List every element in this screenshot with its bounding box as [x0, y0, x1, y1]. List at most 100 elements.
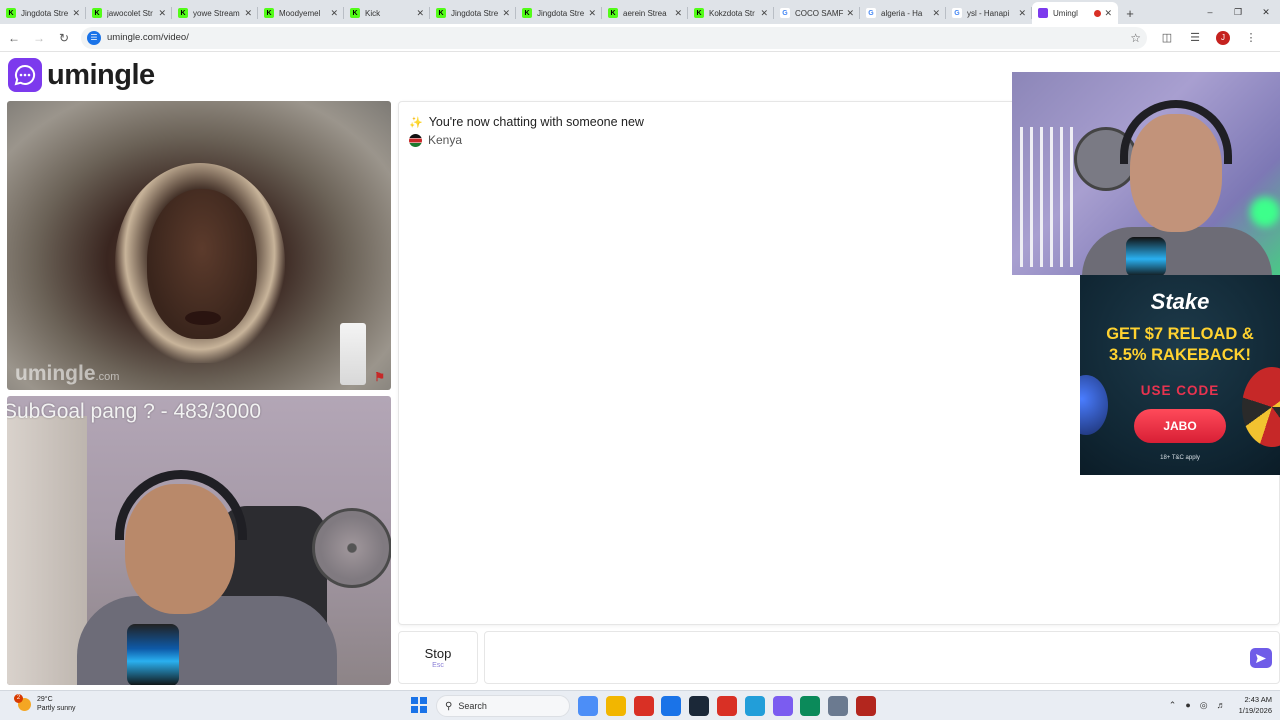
kick-icon: K [92, 8, 102, 18]
taskbar-app-icon[interactable] [772, 696, 793, 716]
close-tab-icon[interactable]: ✕ [330, 8, 338, 19]
start-button[interactable] [411, 697, 427, 713]
weather-sun-icon: 2 [14, 693, 31, 711]
tab-title: ysl - Hanapi [967, 8, 1010, 18]
clock[interactable]: 2:43 AM 1/19/2026 [1239, 694, 1272, 716]
microphone-icon[interactable]: ● [1185, 700, 1190, 710]
report-flag-icon[interactable]: ⚑ [374, 370, 385, 384]
google-icon: G [952, 8, 962, 18]
taskbar-app-icon[interactable] [744, 696, 765, 716]
kick-icon: K [350, 8, 360, 18]
ad-terms: 18+ T&C apply [1160, 455, 1200, 461]
send-icon [1256, 653, 1266, 663]
google-icon: G [866, 8, 876, 18]
media-controls-icon[interactable]: ☰ [1181, 27, 1209, 49]
close-window-button[interactable]: ✕ [1252, 0, 1280, 24]
close-tab-icon[interactable]: ✕ [1104, 8, 1112, 19]
url-text[interactable]: umingle.com/video/ [107, 32, 1130, 43]
bookmark-star-icon[interactable]: ☆ [1130, 31, 1141, 45]
recording-indicator-icon [1094, 9, 1102, 17]
close-tab-icon[interactable]: ✕ [674, 8, 682, 19]
chevron-up-icon[interactable]: ⌃ [1169, 700, 1177, 711]
taskbar-app-icon[interactable] [661, 696, 682, 716]
message-box [484, 631, 1280, 684]
streamer-webcam-overlay [1012, 72, 1280, 275]
browser-tab[interactable]: K Kokzdota Str ✕ [688, 2, 774, 24]
stop-button[interactable]: Stop Esc [398, 631, 478, 684]
close-tab-icon[interactable]: ✕ [588, 8, 596, 19]
reload-button[interactable]: ↻ [53, 27, 75, 49]
browser-tab[interactable]: Gysl - Hanapi ✕ [946, 2, 1032, 24]
tab-title: Jingdota Stre [451, 8, 499, 18]
kick-icon: K [178, 8, 188, 18]
maximize-button[interactable]: ❐ [1224, 0, 1252, 24]
tab-title: jawocolet Str [107, 8, 153, 18]
browser-tab[interactable]: K Moodyemel ✕ [258, 2, 344, 24]
taskbar-app-icon[interactable] [605, 696, 626, 716]
close-tab-icon[interactable]: ✕ [416, 8, 424, 19]
tab-title: Jingdota Stre [537, 8, 585, 18]
browser-tab-strip: K Jingdota Stre ✕ Kjawocolet Str ✕ Kyowe Stre… [0, 0, 1280, 24]
close-tab-icon[interactable]: ✕ [932, 8, 940, 19]
kick-icon: K [264, 8, 274, 18]
taskbar-app-icon[interactable] [800, 696, 821, 716]
close-tab-icon[interactable]: ✕ [158, 8, 166, 19]
tab-title: aerein Strea [623, 8, 667, 18]
kick-icon: K [608, 8, 618, 18]
taskbar-app-icon[interactable] [689, 696, 710, 716]
windows-taskbar: 2 29°C Partly sunny ⚲ Search ⌃ ● ◎ ♬ 2:4… [0, 690, 1280, 720]
stranger-video: umingle.com ⚑ [7, 101, 391, 390]
tab-title: Kokzdota Str [709, 8, 755, 18]
sponsor-ad: Stake GET $7 RELOAD & 3.5% RAKEBACK! USE… [1080, 275, 1280, 475]
browser-tab[interactable]: Umingl ✕ [1032, 2, 1118, 24]
sparkle-icon: ✨ [409, 116, 423, 129]
taskbar-app-icon[interactable] [828, 696, 849, 716]
kick-icon: K [694, 8, 704, 18]
browser-tab[interactable]: K Jingdota Stre ✕ [516, 2, 602, 24]
subgoal-overlay: SubGoal pang ? - 483/3000 [7, 400, 262, 423]
send-button[interactable] [1250, 648, 1272, 668]
taskbar-app-icon[interactable] [716, 696, 737, 716]
browser-tab[interactable]: Kjawocolet Str ✕ [86, 2, 172, 24]
close-tab-icon[interactable]: ✕ [502, 8, 510, 19]
close-tab-icon[interactable]: ✕ [244, 8, 252, 19]
new-tab-button[interactable]: + [1118, 2, 1142, 24]
weather-widget[interactable]: 2 29°C Partly sunny [14, 693, 76, 713]
site-info-icon[interactable]: ☰ [87, 30, 101, 45]
taskbar-app-icon[interactable] [633, 696, 654, 716]
tab-title: Kick [365, 8, 381, 18]
kenya-flag-icon [409, 133, 422, 147]
close-tab-icon[interactable]: ✕ [1018, 8, 1026, 19]
browser-tab[interactable]: G COCO SAMF ✕ [774, 2, 860, 24]
close-tab-icon[interactable]: ✕ [846, 8, 854, 19]
taskbar-search[interactable]: ⚲ Search [436, 695, 570, 717]
volume-icon[interactable]: ♬ [1217, 700, 1226, 710]
profile-avatar[interactable]: J [1216, 30, 1230, 45]
minimize-button[interactable]: – [1196, 0, 1224, 24]
forward-button[interactable]: → [28, 27, 50, 49]
kick-icon: K [6, 8, 16, 18]
message-input[interactable] [495, 632, 1235, 683]
close-tab-icon[interactable]: ✕ [72, 8, 80, 19]
video-watermark: umingle.com [15, 362, 120, 385]
close-tab-icon[interactable]: ✕ [760, 8, 768, 19]
browser-tab[interactable]: K Jingdota Stre ✕ [0, 2, 86, 24]
kick-icon: K [436, 8, 446, 18]
browser-tab[interactable]: K Jingdota Stre ✕ [430, 2, 516, 24]
browser-tab[interactable]: Galgeria - Ha ✕ [860, 2, 946, 24]
browser-tab[interactable]: K Kick ✕ [344, 2, 430, 24]
system-tray: ⌃ ● ◎ ♬ 2:43 AM 1/19/2026 [1169, 694, 1272, 716]
tab-title: COCO SAMF [795, 8, 844, 18]
taskbar-app-icon[interactable] [855, 696, 876, 716]
tab-title: algeria - Ha [881, 8, 923, 18]
browser-tab[interactable]: Kyowe Stream ✕ [172, 2, 258, 24]
browser-tab[interactable]: Kaerein Strea ✕ [602, 2, 688, 24]
taskbar-app-icon[interactable] [578, 696, 598, 716]
ad-code-badge: JABO [1134, 409, 1226, 443]
site-logo[interactable]: umingle [8, 58, 155, 92]
network-icon[interactable]: ◎ [1200, 700, 1208, 711]
extensions-icon[interactable]: ◫ [1153, 27, 1181, 49]
address-bar[interactable]: ☰ umingle.com/video/ ☆ [81, 26, 1147, 49]
menu-icon[interactable]: ⋮ [1237, 27, 1265, 49]
back-button[interactable]: ← [3, 27, 25, 49]
